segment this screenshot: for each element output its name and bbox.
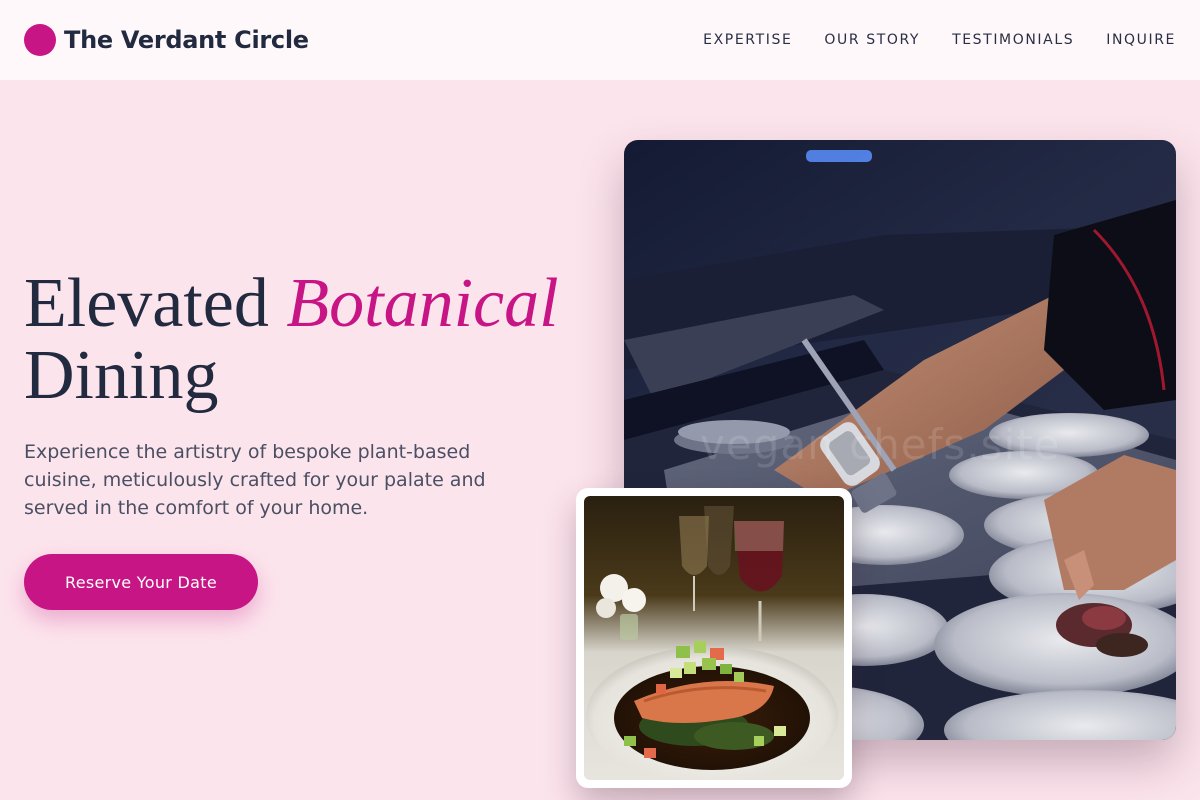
plated-dish-image xyxy=(584,496,844,780)
nav-link-our-story[interactable]: OUR STORY xyxy=(824,32,920,48)
main-nav: EXPERTISE OUR STORY TESTIMONIALS INQUIRE xyxy=(703,32,1176,48)
nav-link-testimonials[interactable]: TESTIMONIALS xyxy=(952,32,1074,48)
brand-circle-icon xyxy=(24,24,56,56)
photo-watermark: vegan chefs.site xyxy=(700,420,1061,469)
brand-logo[interactable]: The Verdant Circle xyxy=(24,24,309,56)
site-header: The Verdant Circle EXPERTISE OUR STORY T… xyxy=(0,0,1200,80)
hero-title-part2: Dining xyxy=(24,337,219,414)
hero-subtitle: Experience the artistry of bespoke plant… xyxy=(24,441,486,519)
hero-title: Elevated Botanical Dining xyxy=(24,268,604,412)
plated-dish-photo xyxy=(576,488,852,788)
reserve-date-button[interactable]: Reserve Your Date xyxy=(24,554,258,610)
hero-title-accent: Botanical xyxy=(286,265,559,342)
brand-name: The Verdant Circle xyxy=(64,26,309,54)
nav-link-expertise[interactable]: EXPERTISE xyxy=(703,32,792,48)
hero-title-part1: Elevated xyxy=(24,265,287,342)
nav-link-inquire[interactable]: INQUIRE xyxy=(1106,32,1176,48)
